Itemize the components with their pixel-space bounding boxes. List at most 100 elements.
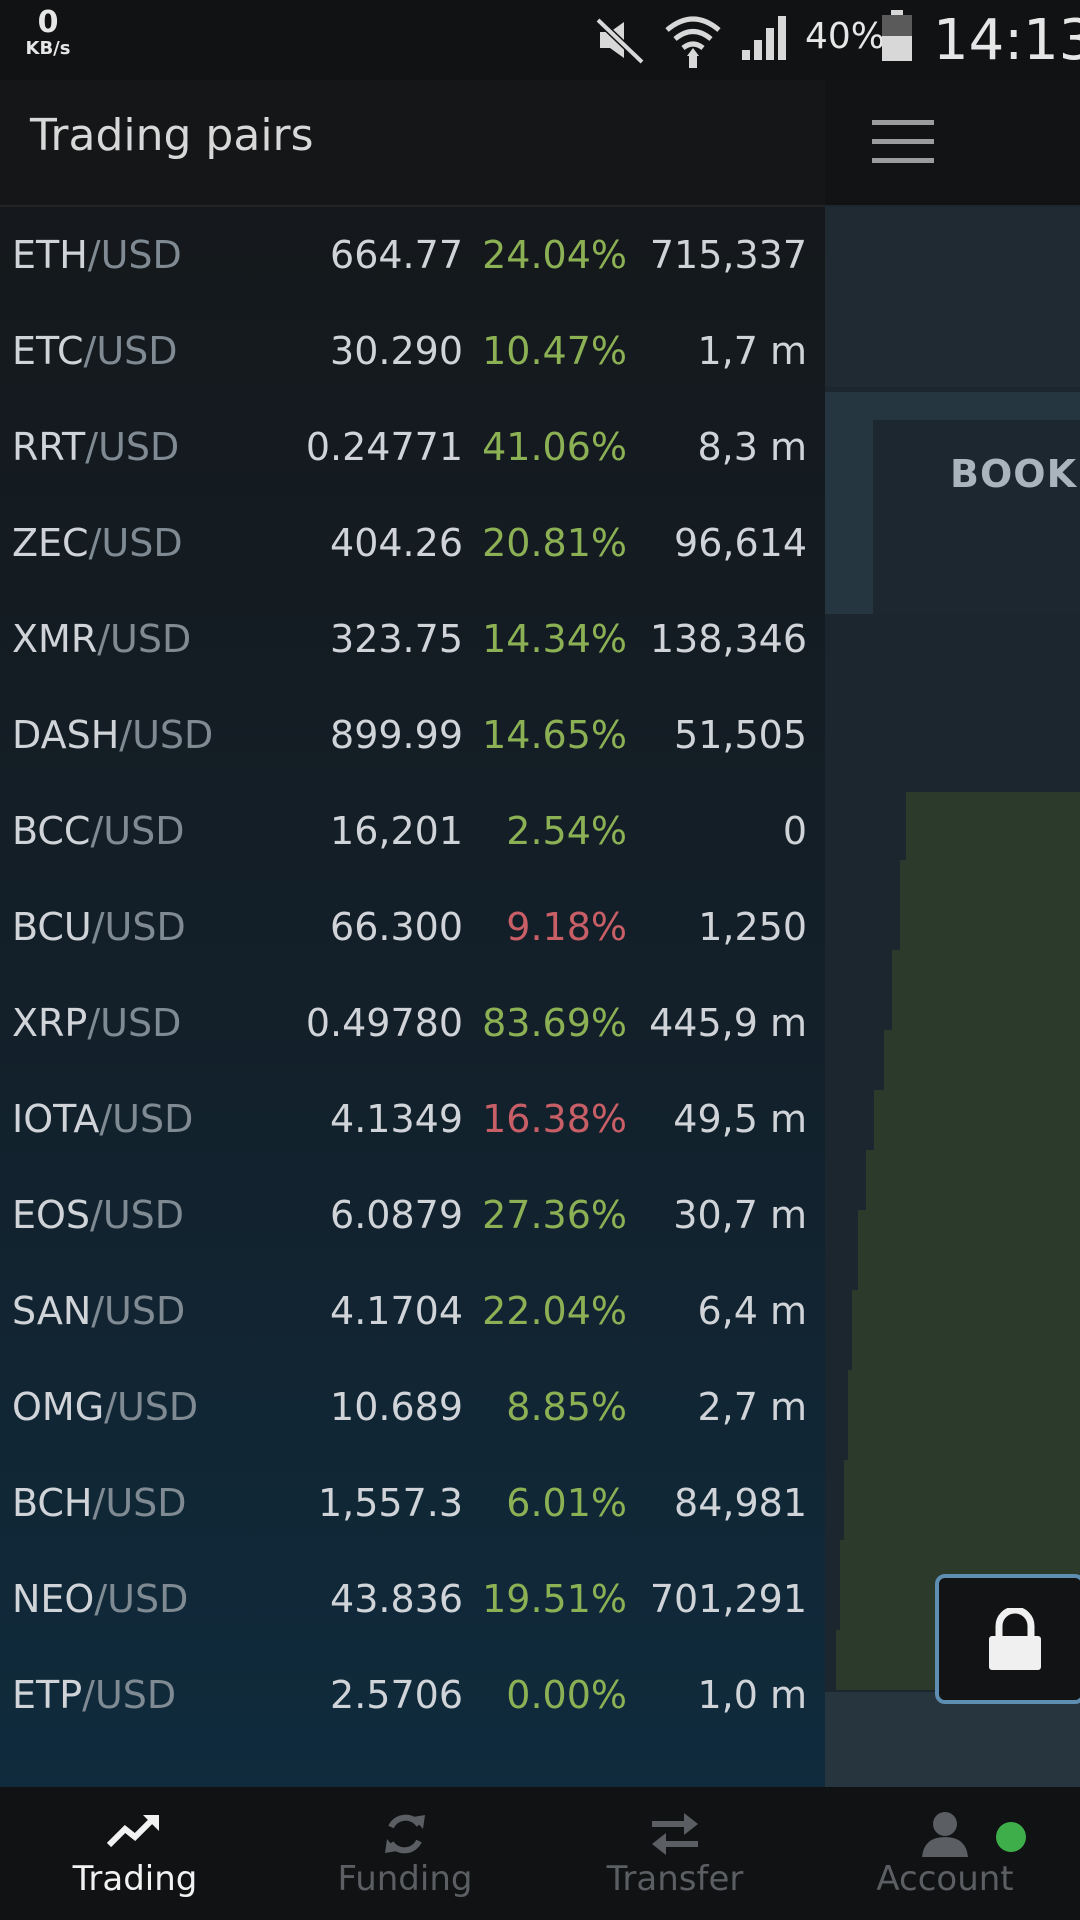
nav-transfer[interactable]: Transfer [540, 1787, 810, 1920]
pair-base-symbol: BCH [12, 1481, 93, 1525]
pair-daily-change: 14.34% [482, 617, 627, 661]
nav-funding[interactable]: Funding [270, 1787, 540, 1920]
pair-volume: 84,981 [674, 1481, 807, 1525]
pairs-list: ETH/USD 664.77 24.04% 715,337 ETC/USD 30.290 1… [0, 207, 825, 1743]
pair-volume: 2,7 m [697, 1385, 807, 1429]
trading-pair-row[interactable]: ZEC/USD 404.26 20.81% 96,614 [0, 495, 825, 591]
pair-last-price: 66.300 [330, 905, 463, 949]
network-speed: 0 KB/s [18, 8, 78, 58]
pair-last-price: 4.1349 [330, 1097, 463, 1141]
pair-volume: 6,4 m [697, 1289, 807, 1333]
pair-symbol: ETC/USD [12, 327, 178, 375]
trading-pair-row[interactable]: IOTA/USD 4.1349 16.38% 49,5 m [0, 1071, 825, 1167]
pair-last-price: 323.75 [330, 617, 463, 661]
pair-daily-change: 22.04% [482, 1289, 627, 1333]
pair-daily-change: 6.01% [506, 1481, 627, 1525]
pair-last-price: 43.836 [330, 1577, 463, 1621]
trading-pair-row[interactable]: ETH/USD 664.77 24.04% 715,337 [0, 207, 825, 303]
pair-base-symbol: XMR [12, 617, 98, 661]
hamburger-menu-icon[interactable] [872, 120, 934, 164]
pair-quote: /USD [104, 1385, 199, 1429]
pair-last-price: 16,201 [330, 809, 463, 853]
pair-volume: 8,3 m [697, 425, 807, 469]
mute-icon [595, 17, 645, 65]
pair-volume: 96,614 [674, 521, 807, 565]
swap-arrows-icon [652, 1813, 698, 1855]
trading-pair-row[interactable]: ETP/USD 2.5706 0.00% 1,0 m [0, 1647, 825, 1743]
pair-symbol: OMG/USD [12, 1383, 198, 1431]
trading-pair-row[interactable]: BCH/USD 1,557.3 6.01% 84,981 [0, 1455, 825, 1551]
pair-base-symbol: NEO [12, 1577, 95, 1621]
pair-symbol: BCU/USD [12, 903, 186, 951]
signal-icon [742, 16, 786, 60]
user-icon [922, 1812, 968, 1857]
trading-pair-row[interactable]: DASH/USD 899.99 14.65% 51,505 [0, 687, 825, 783]
bottom-navigation: Trading Funding Transfer Account [0, 1787, 1080, 1920]
trading-pair-row[interactable]: NEO/USD 43.836 19.51% 701,291 [0, 1551, 825, 1647]
pair-volume: 1,0 m [697, 1673, 807, 1717]
trading-pair-row[interactable]: ETC/USD 30.290 10.47% 1,7 m [0, 303, 825, 399]
pair-daily-change: 9.18% [506, 905, 627, 949]
trading-pair-row[interactable]: OMG/USD 10.689 8.85% 2,7 m [0, 1359, 825, 1455]
lock-button[interactable] [935, 1574, 1080, 1704]
pair-quote: /USD [97, 617, 192, 661]
pair-base-symbol: ETP [12, 1673, 83, 1717]
trending-up-icon [107, 1815, 159, 1848]
nav-trading[interactable]: Trading [0, 1787, 270, 1920]
pair-quote: /USD [88, 521, 183, 565]
pair-daily-change: 16.38% [482, 1097, 627, 1141]
pair-symbol: EOS/USD [12, 1191, 184, 1239]
pair-quote: /USD [119, 713, 214, 757]
pair-last-price: 6.0879 [330, 1193, 463, 1237]
pair-base-symbol: RRT [12, 425, 86, 469]
clock: 14:13 [933, 8, 1080, 73]
pair-daily-change: 14.65% [482, 713, 627, 757]
network-speed-unit: KB/s [25, 38, 71, 59]
ticker-band [825, 207, 1080, 387]
pair-base-symbol: DASH [12, 713, 120, 757]
pair-base-symbol: ZEC [12, 521, 89, 565]
pair-symbol: RRT/USD [12, 423, 179, 471]
tab-book-label[interactable]: BOOK [950, 452, 1077, 496]
pair-volume: 701,291 [649, 1577, 807, 1621]
trading-pair-row[interactable]: SAN/USD 4.1704 22.04% 6,4 m [0, 1263, 825, 1359]
drawer-title: Trading pairs [30, 110, 314, 161]
pair-volume: 51,505 [674, 713, 807, 757]
pair-volume: 715,337 [649, 233, 807, 277]
pair-symbol: ETH/USD [12, 231, 182, 279]
pair-last-price: 30.290 [330, 329, 463, 373]
refresh-icon [385, 1814, 425, 1854]
pair-symbol: SAN/USD [12, 1287, 185, 1335]
pair-quote: /USD [87, 233, 182, 277]
trading-pair-row[interactable]: XRP/USD 0.49780 83.69% 445,9 m [0, 975, 825, 1071]
pair-volume: 1,7 m [697, 329, 807, 373]
pair-symbol: BCH/USD [12, 1479, 187, 1527]
pair-base-symbol: BCU [12, 905, 92, 949]
trading-pair-row[interactable]: BCC/USD 16,201 2.54% 0 [0, 783, 825, 879]
pair-base-symbol: BCC [12, 809, 91, 853]
lock-icon [989, 1608, 1041, 1670]
nav-account-label: Account [876, 1859, 1014, 1899]
pair-quote: /USD [92, 1481, 187, 1525]
nav-account[interactable]: Account [810, 1787, 1080, 1920]
pair-last-price: 404.26 [330, 521, 463, 565]
pair-quote: /USD [83, 329, 178, 373]
pair-symbol: XRP/USD [12, 999, 181, 1047]
trading-pair-row[interactable]: BCU/USD 66.300 9.18% 1,250 [0, 879, 825, 975]
nav-funding-label: Funding [337, 1859, 473, 1899]
nav-trading-label: Trading [72, 1859, 198, 1899]
pair-daily-change: 8.85% [506, 1385, 627, 1429]
trading-pair-row[interactable]: XMR/USD 323.75 14.34% 138,346 [0, 591, 825, 687]
trading-pair-row[interactable]: RRT/USD 0.24771 41.06% 8,3 m [0, 399, 825, 495]
trading-pair-row[interactable]: EOS/USD 6.0879 27.36% 30,7 m [0, 1167, 825, 1263]
pair-symbol: NEO/USD [12, 1575, 188, 1623]
drawer-header: Trading pairs [0, 80, 825, 207]
pair-last-price: 0.49780 [305, 1001, 463, 1045]
pair-daily-change: 27.36% [482, 1193, 627, 1237]
battery-icon [882, 10, 912, 61]
pair-volume: 30,7 m [673, 1193, 807, 1237]
panel-footer [825, 1692, 1080, 1787]
pair-quote: /USD [99, 1097, 194, 1141]
pair-quote: /USD [82, 1673, 177, 1717]
tab-book[interactable] [873, 420, 1080, 614]
